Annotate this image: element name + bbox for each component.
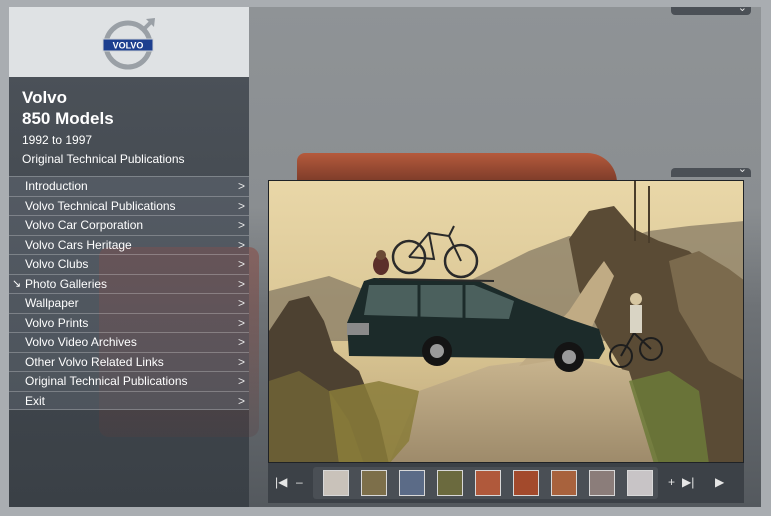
- main-menu: Introduction > Volvo Technical Publicatio…: [9, 176, 249, 410]
- menu-item-label: Volvo Clubs: [25, 257, 89, 271]
- menu-item-volvo-prints[interactable]: Volvo Prints >: [9, 312, 249, 332]
- thumbnail[interactable]: [513, 470, 539, 496]
- menu-item-other-volvo-related-links[interactable]: Other Volvo Related Links >: [9, 351, 249, 371]
- app-window: VOLVO Volvo 850 Models 1992 to 1997 Orig…: [9, 7, 761, 507]
- title-block: Volvo 850 Models 1992 to 1997 Original T…: [22, 87, 185, 168]
- background-car: [297, 153, 617, 183]
- menu-item-exit[interactable]: Exit >: [9, 390, 249, 410]
- chevron-right-icon: >: [237, 179, 245, 193]
- thumbnail[interactable]: [589, 470, 615, 496]
- menu-item-label: Exit: [25, 393, 46, 408]
- gallery-photo: [269, 181, 743, 462]
- menu-item-label: Volvo Video Archives: [25, 335, 137, 349]
- menu-item-wallpaper[interactable]: Wallpaper >: [9, 293, 249, 313]
- years-label: 1992 to 1997: [22, 133, 93, 147]
- menu-item-label: Volvo Cars Heritage: [25, 237, 132, 252]
- minus-icon[interactable]: –: [296, 475, 303, 489]
- plus-icon[interactable]: +: [668, 475, 675, 489]
- menu-item-volvo-video-archives[interactable]: Volvo Video Archives >: [9, 332, 249, 352]
- gallery-collapse-tab[interactable]: [671, 162, 751, 177]
- brand-title: Volvo: [22, 88, 68, 107]
- thumbnail[interactable]: [551, 470, 577, 496]
- model-title: 850 Models: [22, 109, 114, 128]
- chevron-right-icon: >: [237, 237, 245, 252]
- menu-item-volvo-car-corporation[interactable]: Volvo Car Corporation >: [9, 215, 249, 235]
- thumbnail[interactable]: [399, 470, 425, 496]
- play-icon[interactable]: ▶: [715, 475, 724, 489]
- chevron-right-icon: >: [237, 276, 245, 291]
- chevron-right-icon: >: [237, 354, 245, 369]
- menu-item-volvo-technical-publications[interactable]: Volvo Technical Publications >: [9, 195, 249, 215]
- menu-item-original-technical-publications[interactable]: Original Technical Publications >: [9, 371, 249, 391]
- publications-label: Original Technical Publications: [22, 152, 185, 166]
- menu-item-label: Photo Galleries: [25, 276, 108, 291]
- thumbnail[interactable]: [323, 470, 349, 496]
- thumbnail[interactable]: [627, 470, 653, 496]
- menu-item-label: Volvo Technical Publications: [25, 198, 176, 213]
- menu-item-introduction[interactable]: Introduction >: [9, 176, 249, 196]
- logo-area: VOLVO: [9, 7, 249, 77]
- thumbnail[interactable]: [437, 470, 463, 496]
- chevron-right-icon: >: [237, 315, 245, 330]
- chevron-right-icon: >: [237, 198, 245, 213]
- gallery-photo-panel[interactable]: [268, 180, 744, 463]
- chevron-right-icon: >: [237, 374, 245, 388]
- menu-item-label: Introduction: [25, 179, 88, 193]
- menu-item-volvo-cars-heritage[interactable]: Volvo Cars Heritage >: [9, 234, 249, 254]
- chevron-right-icon: >: [237, 296, 245, 310]
- chevron-right-icon: >: [237, 393, 245, 408]
- menu-item-label: Volvo Car Corporation: [25, 218, 144, 232]
- app-frame: VOLVO Volvo 850 Models 1992 to 1997 Orig…: [0, 0, 771, 516]
- menu-item-label: Other Volvo Related Links: [25, 354, 164, 369]
- menu-item-photo-galleries[interactable]: ↘ Photo Galleries >: [9, 273, 249, 293]
- chevron-right-icon: >: [237, 218, 245, 232]
- menu-item-label: Original Technical Publications: [25, 374, 188, 388]
- logo-text: VOLVO: [113, 41, 144, 51]
- thumbnail[interactable]: [361, 470, 387, 496]
- chevron-right-icon: >: [237, 335, 245, 349]
- menu-item-volvo-clubs[interactable]: Volvo Clubs >: [9, 254, 249, 274]
- thumbnail[interactable]: [475, 470, 501, 496]
- selected-arrow-icon: ↘: [12, 277, 22, 290]
- menu-item-label: Volvo Prints: [25, 315, 89, 330]
- volvo-logo-icon: VOLVO: [102, 18, 155, 70]
- sidebar: VOLVO Volvo 850 Models 1992 to 1997 Orig…: [9, 7, 259, 507]
- top-collapse-tab[interactable]: [671, 7, 751, 15]
- first-icon[interactable]: |◀: [275, 475, 287, 489]
- filmstrip: |◀ – + ▶| ▶: [268, 463, 744, 503]
- chevron-right-icon: >: [237, 257, 245, 271]
- menu-item-label: Wallpaper: [25, 296, 79, 310]
- next-page-icon[interactable]: ▶|: [682, 475, 694, 489]
